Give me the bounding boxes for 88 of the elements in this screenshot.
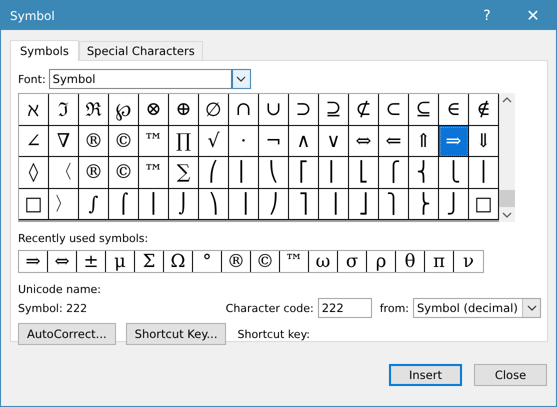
symbol-cell[interactable]: ©	[109, 157, 139, 188]
symbol-cell[interactable]: ∏	[169, 126, 199, 157]
symbol-cell[interactable]: ⎦	[349, 188, 379, 220]
help-button[interactable]: ?	[464, 1, 510, 30]
chevron-icon	[526, 305, 536, 311]
symbol-cell[interactable]: ⎝	[259, 157, 289, 188]
scroll-thumb[interactable]	[499, 190, 515, 207]
close-button[interactable]: ✕	[510, 1, 556, 30]
character-code-field[interactable]: 222	[318, 298, 372, 318]
symbol-cell[interactable]: ⊄	[349, 94, 379, 126]
symbol-cell[interactable]: ∈	[439, 94, 469, 126]
symbol-cell[interactable]: ⎥	[319, 188, 349, 220]
symbol-cell[interactable]: 〈	[49, 157, 79, 188]
shortcut-key-label: Shortcut key:	[237, 328, 310, 340]
from-dropdown[interactable]: Symbol (decimal)	[413, 298, 541, 318]
unicode-name-label: Unicode name:	[18, 283, 102, 296]
symbol-cell[interactable]: ©	[109, 126, 139, 157]
symbol-cell[interactable]: ∇	[49, 126, 79, 157]
symbol-cell[interactable]: ™	[139, 126, 169, 157]
symbol-cell[interactable]: ∉	[469, 94, 499, 126]
dialog-button[interactable]: Insert	[389, 364, 462, 386]
symbol-cell[interactable]: ∠	[19, 126, 49, 157]
symbol-cell[interactable]: ⊇	[319, 94, 349, 126]
symbol-cell[interactable]: ⎫	[379, 188, 409, 220]
symbol-cell[interactable]: ⎩	[439, 157, 469, 188]
tab[interactable]: Symbols	[10, 40, 79, 61]
symbol-cell[interactable]: ¬	[259, 126, 289, 157]
symbol-cell[interactable]: ⎛	[199, 157, 229, 188]
from-label: from:	[380, 302, 409, 314]
symbol-cell[interactable]: ⎧	[379, 157, 409, 188]
symbol-cell[interactable]: ™	[139, 157, 169, 188]
symbol-cell[interactable]: ⎜	[229, 157, 259, 188]
symbol-cell[interactable]: ℘	[109, 94, 139, 126]
action-button[interactable]: AutoCorrect...	[18, 323, 116, 345]
symbol-cell[interactable]: ∨	[319, 126, 349, 157]
symbol-cell[interactable]: ⇓	[469, 126, 499, 157]
recent-symbol[interactable]: ν	[454, 251, 483, 272]
symbol-cell[interactable]: ⎭	[439, 188, 469, 220]
chevron-icon	[236, 76, 246, 82]
symbol-cell[interactable]: ⎪	[469, 157, 499, 188]
symbol-cell[interactable]: ⊕	[169, 94, 199, 126]
font-label: Font:	[18, 72, 46, 86]
symbol-cell[interactable]: ⇒	[439, 126, 469, 157]
symbol-cell[interactable]: ®	[79, 157, 109, 188]
symbol-cell[interactable]: ⌡	[169, 188, 199, 220]
unicode-name-value: Symbol: 222	[18, 302, 88, 315]
symbol-cell[interactable]: ◊	[19, 157, 49, 188]
symbol-cell[interactable]: ⎡	[289, 157, 319, 188]
window-title: Symbol	[10, 8, 56, 22]
symbol-cell[interactable]: ℑ	[49, 94, 79, 126]
symbol-cell[interactable]: ⎤	[289, 188, 319, 220]
symbol-cell[interactable]: □	[469, 188, 499, 220]
symbol-cell[interactable]: ⊆	[409, 94, 439, 126]
tab[interactable]: Special Characters	[78, 41, 203, 60]
symbol-cell[interactable]: ⌠	[109, 188, 139, 220]
symbol-cell[interactable]: ∧	[289, 126, 319, 157]
symbol-cell[interactable]: ⎬	[409, 188, 439, 220]
dialog-button[interactable]: Close	[474, 364, 547, 386]
symbol-cell[interactable]: ⎣	[349, 157, 379, 188]
symbol-cell[interactable]: ⊃	[289, 94, 319, 126]
symbol-cell[interactable]: ∫	[79, 188, 109, 220]
symbol-cell[interactable]: ⊗	[139, 94, 169, 126]
symbol-cell[interactable]: ⋅	[229, 126, 259, 157]
symbol-cell[interactable]: ∪	[259, 94, 289, 126]
font-dropdown[interactable]: Symbol	[48, 69, 251, 89]
symbol-cell[interactable]: ∑	[169, 157, 199, 188]
scrollbar[interactable]	[499, 93, 515, 222]
symbol-cell[interactable]: ∩	[229, 94, 259, 126]
symbol-cell[interactable]: ®	[79, 126, 109, 157]
symbol-cell[interactable]: ⎢	[319, 157, 349, 188]
symbol-cell[interactable]: 〉	[49, 188, 79, 220]
symbol-cell[interactable]: ⎠	[259, 188, 289, 220]
symbol-cell[interactable]: ℵ	[19, 94, 49, 126]
symbol-cell[interactable]: ⊂	[379, 94, 409, 126]
symbol-cell[interactable]: ⎟	[229, 188, 259, 220]
symbol-cell[interactable]: ⎨	[409, 157, 439, 188]
symbol-cell[interactable]: ⇐	[379, 126, 409, 157]
character-code-label: Character code:	[226, 302, 314, 314]
symbol-cell[interactable]: □	[19, 188, 49, 220]
symbol-cell[interactable]: ⎮	[139, 188, 169, 220]
symbol-cell[interactable]: ⇑	[409, 126, 439, 157]
symbol-cell[interactable]: ∅	[199, 94, 229, 126]
symbol-cell[interactable]: √	[199, 126, 229, 157]
symbol-cell[interactable]: ⎞	[199, 188, 229, 220]
recent-label: Recently used symbols:	[18, 232, 148, 245]
action-button[interactable]: Shortcut Key...	[126, 323, 226, 345]
symbol-cell[interactable]: ⇔	[349, 126, 379, 157]
symbol-cell[interactable]: ℜ	[79, 94, 109, 126]
